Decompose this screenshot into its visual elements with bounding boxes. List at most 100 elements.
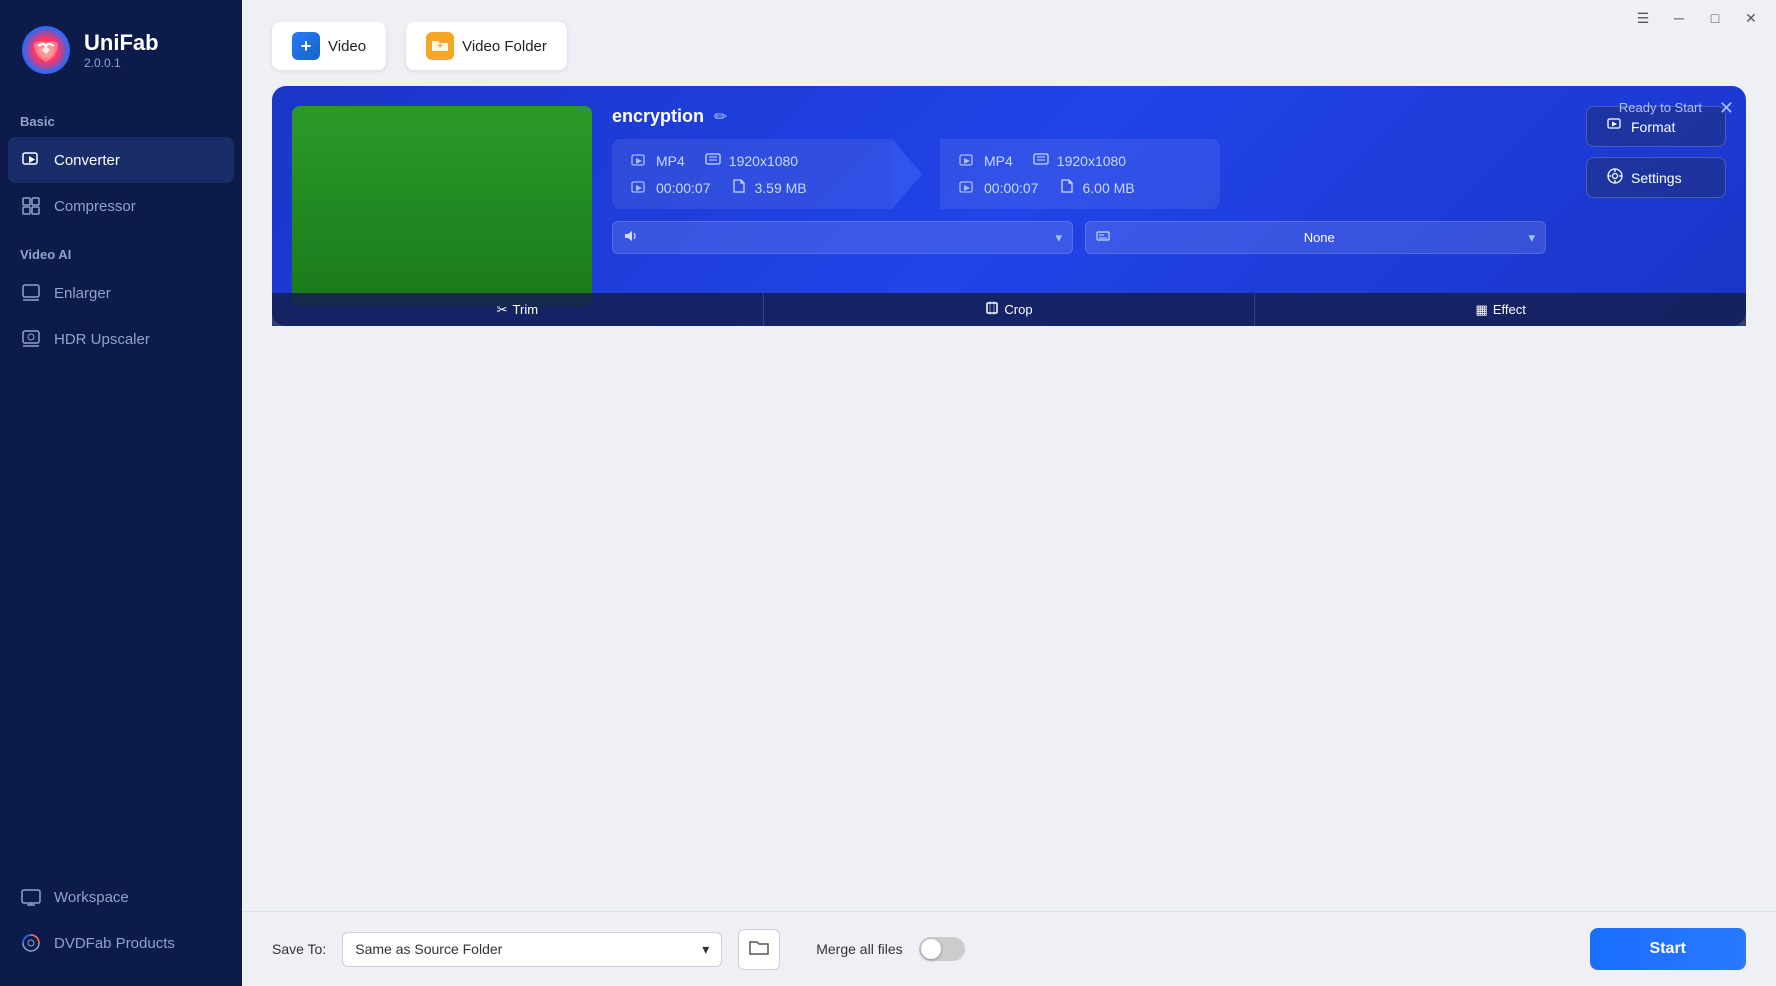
audio-icon	[623, 229, 637, 246]
source-duration-line: 00:00:07 3.59 MB	[630, 178, 874, 197]
output-meta: MP4 1920x1080	[940, 139, 1220, 209]
video-edit-controls: ✂ Trim Crop ▦	[292, 293, 592, 306]
sidebar-item-workspace[interactable]: Workspace	[0, 874, 242, 920]
add-folder-button[interactable]: + Video Folder	[406, 22, 567, 70]
sidebar-item-enlarger[interactable]: Enlarger	[0, 270, 242, 316]
start-button[interactable]: Start	[1590, 928, 1746, 970]
output-duration: 00:00:07	[984, 180, 1039, 196]
output-size: 6.00 MB	[1083, 180, 1135, 196]
arrow-divider	[892, 139, 940, 209]
sidebar-item-compressor[interactable]: Compressor	[0, 183, 242, 229]
menu-btn[interactable]: ☰	[1634, 9, 1652, 27]
browse-folder-button[interactable]	[738, 929, 780, 970]
sidebar-bottom: Workspace DVDFab Products	[0, 874, 242, 986]
hdr-label: HDR Upscaler	[54, 331, 150, 348]
save-to-value: Same as Source Folder	[355, 941, 502, 957]
main-content: + Video + Video Folder ✂ Trim	[242, 0, 1776, 986]
thumbnail-preview	[292, 106, 592, 306]
output-duration-icon	[958, 179, 976, 197]
source-duration-icon	[630, 179, 648, 197]
workspace-icon	[20, 886, 42, 908]
add-folder-icon: +	[426, 32, 454, 60]
source-resolution-icon	[705, 151, 721, 170]
toolbar: + Video + Video Folder	[242, 0, 1776, 86]
trim-button[interactable]: ✂ Trim	[292, 293, 592, 306]
settings-btn-label: Settings	[1631, 170, 1682, 186]
close-card-button[interactable]: ✕	[1719, 98, 1734, 119]
dvdfab-label: DVDFab Products	[54, 935, 175, 952]
audio-subtitle-row: ▾ None ▾	[612, 221, 1546, 254]
app-logo: UniFab 2.0.0.1	[0, 0, 242, 96]
dvdfab-icon	[20, 932, 42, 954]
close-btn[interactable]: ✕	[1742, 9, 1760, 27]
trim-label: Trim	[513, 302, 539, 306]
app-version: 2.0.0.1	[84, 56, 159, 70]
converter-label: Converter	[54, 152, 120, 169]
source-size: 3.59 MB	[755, 180, 807, 196]
merge-toggle[interactable]	[919, 937, 965, 961]
section-basic: Basic	[0, 96, 242, 137]
add-folder-label: Video Folder	[462, 38, 547, 55]
audio-dropdown[interactable]: ▾	[612, 221, 1073, 254]
source-format-icon	[630, 152, 648, 170]
video-info: encryption ✏ MP4	[612, 106, 1546, 254]
maximize-btn[interactable]: □	[1706, 9, 1724, 27]
output-resolution: 1920x1080	[1057, 153, 1126, 169]
source-duration: 00:00:07	[656, 180, 711, 196]
source-size-icon	[731, 178, 747, 197]
sidebar: UniFab 2.0.0.1 Basic Converter Compresso…	[0, 0, 242, 986]
content-area: ✂ Trim Crop ▦	[242, 86, 1776, 911]
output-format-line: MP4 1920x1080	[958, 151, 1202, 170]
save-to-dropdown[interactable]: Same as Source Folder ▾	[342, 932, 722, 967]
source-resolution: 1920x1080	[729, 153, 798, 169]
output-format-icon	[958, 152, 976, 170]
workspace-label: Workspace	[54, 889, 129, 906]
video-thumbnail: ✂ Trim Crop ▦	[292, 106, 592, 306]
bottom-bar: Save To: Same as Source Folder ▾ Merge a…	[242, 911, 1776, 986]
svg-text:+: +	[437, 41, 443, 52]
title-row: encryption ✏	[612, 106, 1546, 127]
merge-label: Merge all files	[816, 941, 902, 957]
add-video-label: Video	[328, 38, 366, 55]
subtitle-chevron: ▾	[1528, 230, 1535, 246]
converter-icon	[20, 149, 42, 171]
add-video-icon: +	[292, 32, 320, 60]
source-format-line: MP4 1920x1080	[630, 151, 874, 170]
enlarger-icon	[20, 282, 42, 304]
compressor-icon	[20, 195, 42, 217]
logo-text: UniFab 2.0.0.1	[84, 30, 159, 70]
settings-btn-icon	[1607, 168, 1623, 187]
section-videoai: Video AI	[0, 229, 242, 270]
add-video-button[interactable]: + Video	[272, 22, 386, 70]
minimize-btn[interactable]: ─	[1670, 9, 1688, 27]
subtitle-icon	[1096, 229, 1110, 246]
folder-icon	[749, 943, 769, 960]
edit-title-button[interactable]: ✏	[714, 107, 727, 127]
meta-row: MP4 1920x1080	[612, 139, 1546, 209]
compressor-label: Compressor	[54, 198, 136, 215]
logo-icon	[20, 24, 72, 76]
audio-chevron: ▾	[1055, 230, 1062, 246]
output-resolution-icon	[1033, 151, 1049, 170]
output-duration-line: 00:00:07 6.00 MB	[958, 178, 1202, 197]
settings-button[interactable]: Settings	[1586, 157, 1726, 198]
sidebar-item-dvdfab[interactable]: DVDFab Products	[0, 920, 242, 966]
video-card: ✂ Trim Crop ▦	[272, 86, 1746, 326]
save-to-label: Save To:	[272, 941, 326, 957]
source-meta: MP4 1920x1080	[612, 139, 892, 209]
subtitle-value: None	[1304, 230, 1335, 245]
enlarger-label: Enlarger	[54, 285, 111, 302]
output-format: MP4	[984, 153, 1013, 169]
sidebar-item-hdr[interactable]: HDR Upscaler	[0, 316, 242, 362]
save-to-chevron: ▾	[702, 941, 709, 958]
trim-icon: ✂	[497, 302, 508, 307]
video-title: encryption	[612, 106, 704, 127]
ready-status: Ready to Start	[1619, 100, 1702, 115]
action-buttons: Format Settings	[1586, 106, 1726, 198]
subtitle-dropdown[interactable]: None ▾	[1085, 221, 1546, 254]
app-name: UniFab	[84, 30, 159, 56]
sidebar-item-converter[interactable]: Converter	[8, 137, 234, 183]
output-size-icon	[1059, 178, 1075, 197]
format-btn-label: Format	[1631, 119, 1675, 135]
hdr-icon	[20, 328, 42, 350]
